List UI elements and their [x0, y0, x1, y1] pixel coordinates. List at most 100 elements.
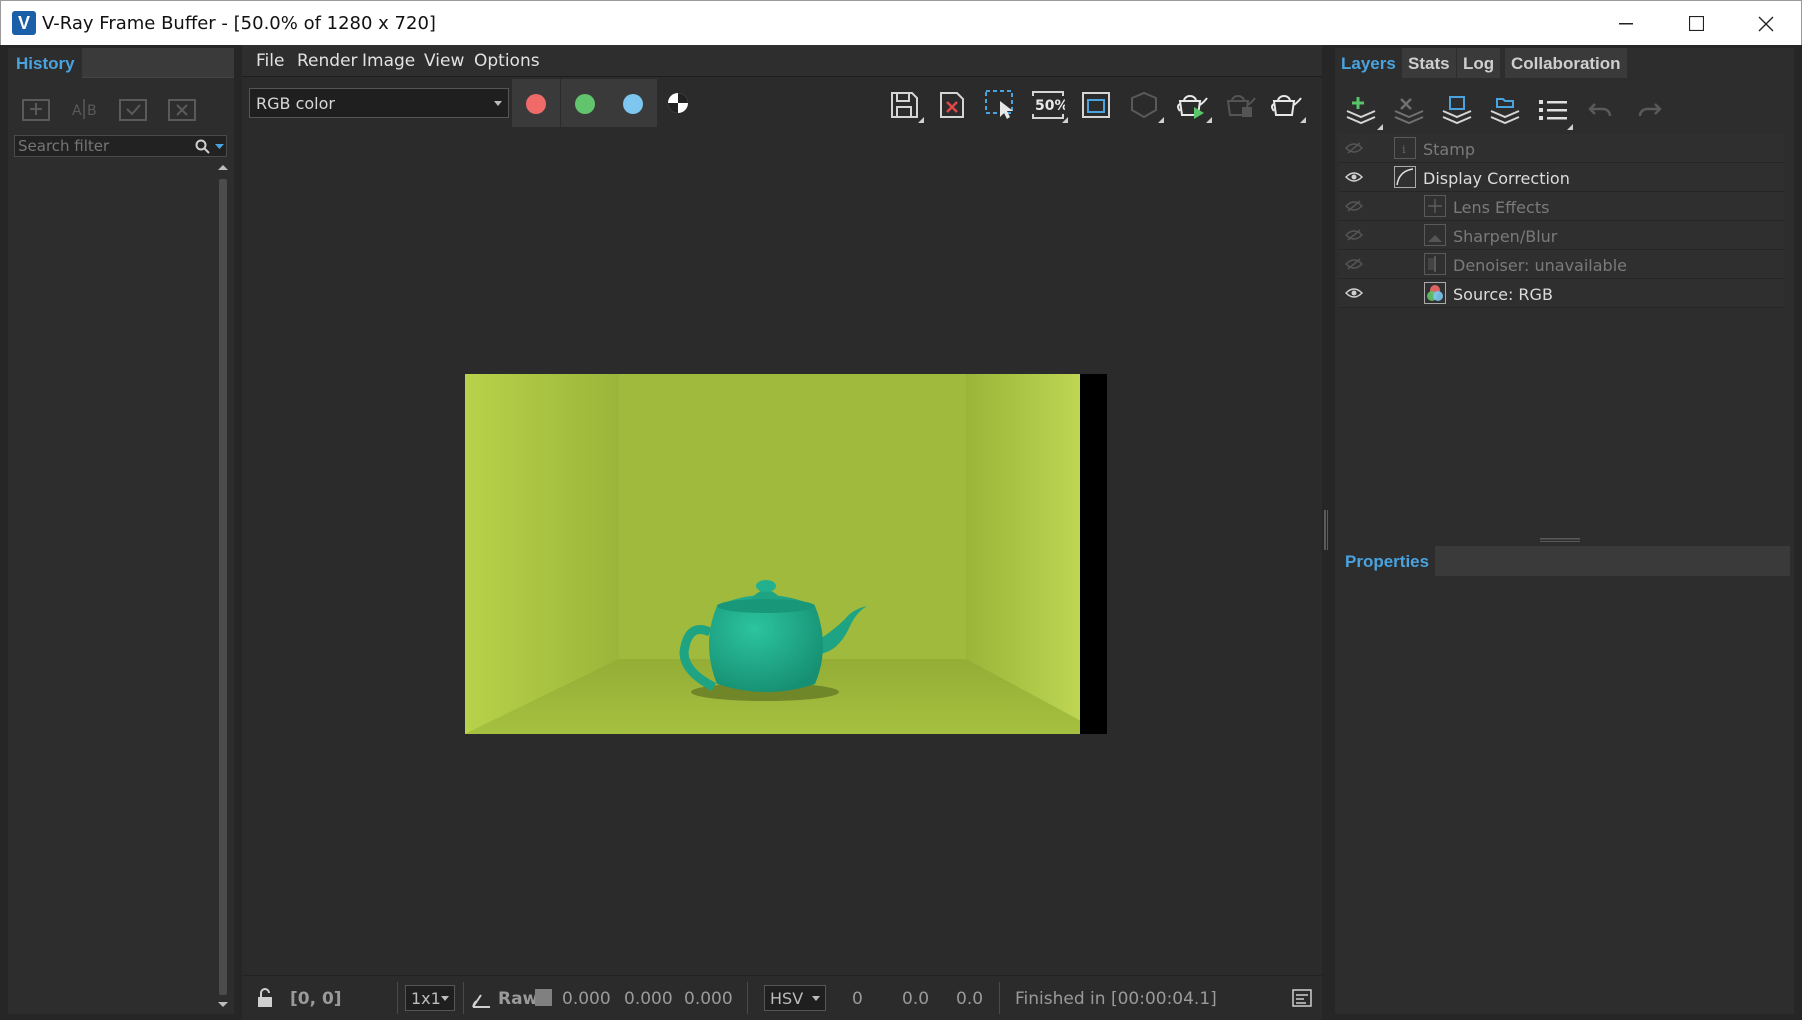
layer-visibility-toggle[interactable]	[1343, 284, 1365, 302]
layer-presets-button[interactable]	[1531, 90, 1575, 130]
ab-compare-button[interactable]: AB	[64, 92, 104, 126]
green-channel-toggle[interactable]	[561, 79, 609, 129]
color-picker-icon[interactable]	[470, 987, 492, 1009]
properties-splitter-handle[interactable]	[1540, 537, 1580, 543]
tab-properties[interactable]: Properties	[1339, 546, 1436, 576]
menu-options[interactable]: Options	[474, 51, 540, 71]
svg-text:50%: 50%	[1035, 98, 1065, 114]
history-scroll-thumb[interactable]	[219, 179, 227, 995]
history-search-input[interactable]	[18, 137, 186, 155]
scroll-down-icon[interactable]	[218, 1001, 228, 1009]
menu-image[interactable]: Image	[362, 51, 415, 71]
zoom-50-button[interactable]: 50%	[1026, 85, 1070, 125]
layers-panel: Layers Stats Log Collaboration i Stamp D…	[1335, 48, 1794, 1014]
close-button[interactable]	[1731, 1, 1801, 46]
scroll-up-icon[interactable]	[218, 163, 228, 171]
layer-visibility-toggle[interactable]	[1343, 168, 1365, 186]
alpha-channel-toggle[interactable]	[658, 83, 698, 123]
add-layer-button[interactable]	[1339, 90, 1383, 130]
history-scrollbar[interactable]	[216, 161, 230, 1013]
search-icon[interactable]	[195, 139, 210, 154]
fit-region-icon	[1082, 92, 1110, 118]
channel-select[interactable]: RGB color	[249, 88, 509, 118]
hue-value: 0	[852, 989, 863, 1009]
menu-view[interactable]: View	[424, 51, 464, 71]
load-history-button[interactable]	[113, 92, 153, 126]
pixel-lock-icon[interactable]	[254, 987, 276, 1009]
eye-off-icon	[1345, 258, 1363, 270]
ipr-icon	[1131, 91, 1157, 119]
sample-size-select[interactable]: 1x1	[405, 985, 455, 1011]
region-render-button[interactable]	[978, 85, 1022, 125]
right-splitter-handle[interactable]	[1323, 510, 1329, 550]
tab-collaboration[interactable]: Collaboration	[1505, 48, 1627, 78]
layer-row-denoiser[interactable]: Denoiser: unavailable	[1339, 250, 1784, 279]
delete-layer-icon	[1394, 98, 1424, 125]
minimize-button[interactable]	[1591, 1, 1661, 46]
eye-icon	[1345, 172, 1363, 182]
clear-image-button[interactable]	[930, 85, 974, 125]
render-last-button[interactable]	[1264, 85, 1308, 125]
layer-tree: i Stamp Display Correction Lens Effects …	[1339, 134, 1784, 308]
load-layer-tree-button[interactable]	[1483, 90, 1527, 130]
render-status-message: Finished in [00:00:04.1]	[1015, 989, 1217, 1009]
frame-buffer-body: History AB Search filter File Render Ima…	[0, 45, 1802, 1020]
stop-render-button[interactable]	[1218, 85, 1262, 125]
tab-stats[interactable]: Stats	[1402, 48, 1456, 78]
interactive-render-button[interactable]	[1122, 85, 1166, 125]
layer-visibility-toggle[interactable]	[1343, 226, 1365, 244]
red-channel-toggle[interactable]	[512, 79, 560, 129]
layer-row-display-correction[interactable]: Display Correction	[1339, 163, 1784, 192]
status-separator	[999, 982, 1000, 1014]
layer-row-source-rgb[interactable]: Source: RGB	[1339, 279, 1784, 308]
undo-button[interactable]	[1579, 90, 1623, 130]
svg-text:i: i	[1402, 143, 1406, 156]
layer-visibility-toggle[interactable]	[1343, 139, 1365, 157]
maximize-button[interactable]	[1661, 1, 1731, 46]
menu-render[interactable]: Render	[297, 51, 358, 71]
save-to-history-icon	[22, 99, 50, 121]
chevron-down-icon	[441, 996, 449, 1001]
layer-row-lens-effects[interactable]: Lens Effects	[1339, 192, 1784, 221]
log-panel-icon[interactable]	[1292, 989, 1312, 1007]
green-value: 0.000	[624, 989, 673, 1009]
menu-file[interactable]: File	[256, 51, 284, 71]
ipr-options-indicator	[1158, 117, 1164, 123]
save-to-history-button[interactable]	[16, 92, 56, 126]
start-render-button[interactable]	[1170, 85, 1214, 125]
chevron-down-icon	[494, 101, 502, 106]
layer-row-stamp[interactable]: i Stamp	[1339, 134, 1784, 163]
layer-visibility-toggle[interactable]	[1343, 255, 1365, 273]
render-viewport[interactable]	[242, 127, 1322, 975]
vray-app-icon: V	[12, 11, 36, 35]
redo-button[interactable]	[1627, 90, 1671, 130]
layer-presets-indicator	[1567, 124, 1573, 130]
stop-render-icon	[1226, 95, 1256, 117]
tab-history[interactable]: History	[8, 48, 82, 78]
render-options-indicator	[1206, 117, 1212, 123]
eye-off-icon	[1345, 229, 1363, 241]
color-mode-select[interactable]: HSV	[764, 985, 826, 1011]
delete-layer-button[interactable]	[1387, 90, 1431, 130]
green-channel-icon	[575, 94, 595, 114]
render-region-edge	[1080, 374, 1107, 734]
save-options-indicator	[918, 117, 924, 123]
save-layers-icon	[1442, 96, 1472, 125]
remove-history-button[interactable]	[162, 92, 202, 126]
layer-visibility-toggle[interactable]	[1343, 197, 1365, 215]
save-layer-tree-button[interactable]	[1435, 90, 1479, 130]
render-last-options-indicator	[1300, 117, 1306, 123]
minimize-icon	[1619, 22, 1633, 24]
save-image-button[interactable]	[882, 85, 926, 125]
tab-log[interactable]: Log	[1457, 48, 1501, 78]
fit-region-button[interactable]	[1074, 85, 1118, 125]
blue-channel-toggle[interactable]	[609, 79, 657, 129]
right-panel-tabbar: Layers Stats Log Collaboration	[1335, 48, 1794, 78]
status-separator	[463, 982, 464, 1014]
blue-value: 0.000	[684, 989, 733, 1009]
tab-layers[interactable]: Layers	[1335, 48, 1402, 78]
history-toolbar: AB	[8, 92, 234, 128]
search-options-dropdown-icon[interactable]	[215, 144, 224, 150]
region-select-icon	[985, 90, 1013, 119]
layer-row-sharpen-blur[interactable]: Sharpen/Blur	[1339, 221, 1784, 250]
